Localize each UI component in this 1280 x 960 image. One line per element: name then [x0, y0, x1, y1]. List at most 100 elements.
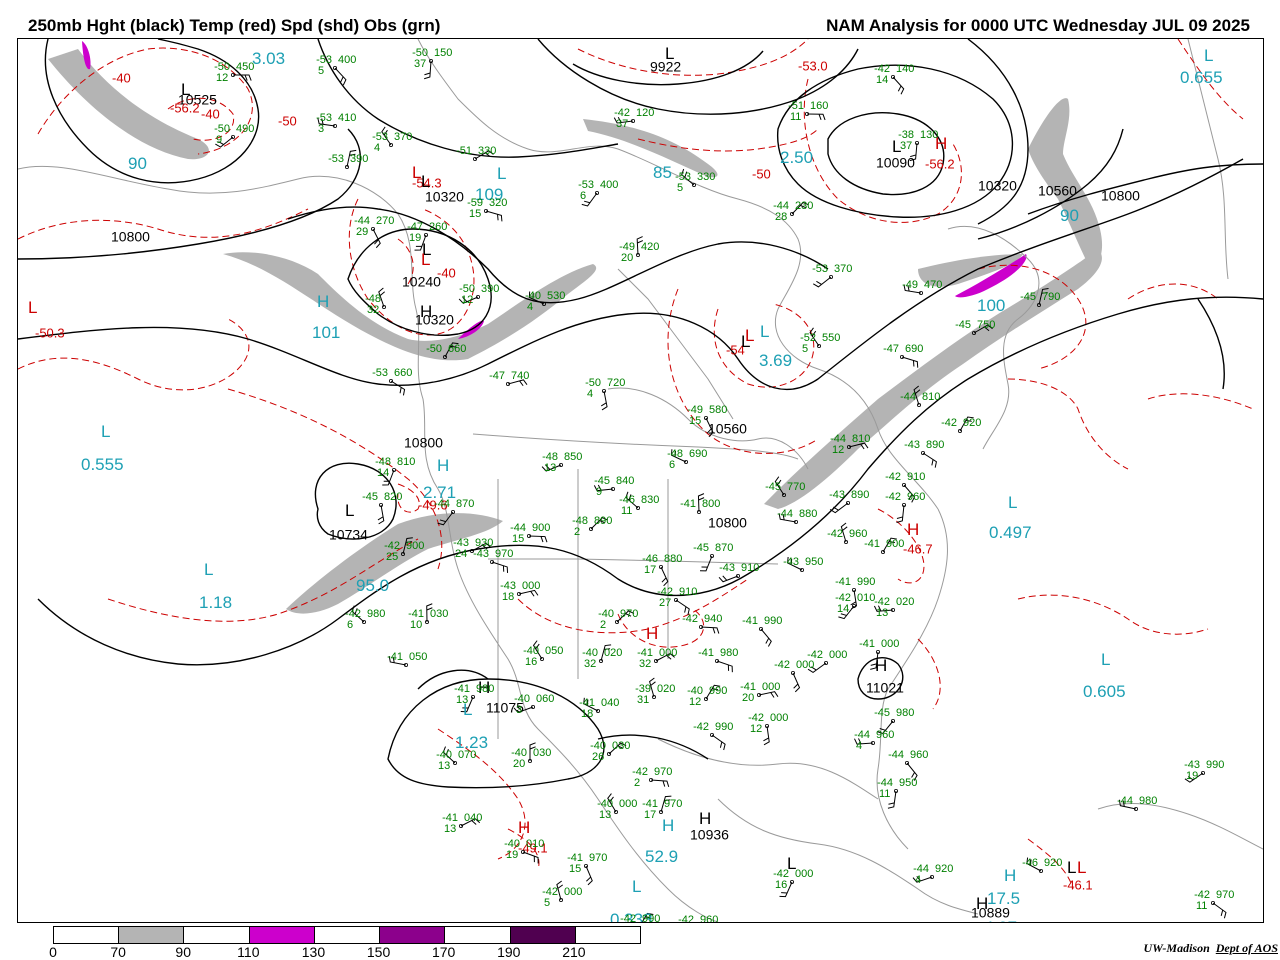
speed-label: 0.555 — [81, 455, 124, 474]
station-height: 000 — [659, 647, 677, 659]
speed-label: 17.5 — [987, 889, 1020, 908]
station-temperature: -41 — [835, 576, 851, 588]
station-height: 820 — [384, 491, 402, 503]
station-height: 040 — [601, 697, 619, 709]
colorbar-segment — [184, 927, 250, 943]
credit-org: UW-Madison — [1143, 941, 1210, 955]
station-temperature: -44 — [1117, 795, 1133, 807]
station-temperature: -47 — [883, 343, 899, 355]
wind-barb — [812, 276, 832, 288]
station-height: 490 — [236, 123, 254, 135]
station-plot: -41 980 — [698, 647, 738, 664]
low-marker-speed: L — [497, 164, 506, 183]
station-dewpoint-depression: 11 — [790, 111, 801, 123]
station-height: 400 — [338, 54, 356, 66]
station-dewpoint-depression: 13 — [599, 809, 611, 821]
station-height: 470 — [924, 279, 942, 291]
colorbar-segment — [249, 927, 315, 943]
station-plot: -53 370 — [812, 263, 852, 279]
station-dewpoint-depression: 14 — [837, 603, 849, 615]
station-height: 800 — [702, 498, 720, 510]
weather-map: .coast { fill:none; stroke:#9a9a9a; stro… — [17, 38, 1264, 923]
station-height: 850 — [564, 451, 582, 463]
station-height: 000 — [881, 638, 899, 650]
station-plot: -42 9702 — [632, 766, 672, 789]
high-marker-speed: H — [317, 292, 329, 311]
station-height: 870 — [456, 498, 474, 510]
station-plot: -51 330 — [456, 145, 496, 162]
high-marker-temperature: H — [646, 624, 658, 643]
station-plot: -49 42020 — [619, 241, 659, 264]
station-height: 000 — [522, 580, 540, 592]
speed-label: 3.03 — [252, 49, 285, 68]
station-dewpoint-depression: 9 — [216, 134, 222, 146]
station-height: 000 — [619, 798, 637, 810]
station-plot: -42 910 — [885, 471, 925, 487]
station-dewpoint-depression: 13 — [456, 694, 468, 706]
wind-barb — [377, 504, 385, 525]
station-height: 870 — [715, 542, 733, 554]
station-plot: -46 920 — [1022, 857, 1062, 874]
station-height: 020 — [896, 596, 914, 608]
speed-label: 0.605 — [1083, 682, 1126, 701]
station-temperature: -45 — [765, 481, 781, 493]
station-dewpoint-depression: 6 — [580, 190, 586, 202]
station-height: 880 — [664, 553, 682, 565]
station-dewpoint-depression: 25 — [386, 551, 398, 563]
station-plot: -43 890 — [904, 439, 944, 455]
station-height: 050 — [545, 645, 563, 657]
station-dewpoint-depression: 15 — [469, 208, 481, 220]
station-height: 390 — [350, 153, 368, 165]
station-height: 130 — [920, 129, 938, 141]
coastlines — [18, 39, 1263, 922]
station-height: 370 — [394, 131, 412, 143]
station-height: 980 — [720, 647, 738, 659]
colorbar-segment — [314, 927, 381, 943]
station-height: 420 — [641, 241, 659, 253]
station-temperature: -42 — [885, 491, 901, 503]
station-plot: -46 88017 — [642, 553, 682, 576]
station-temperature: -43 — [783, 556, 799, 568]
station-temperature: -42 — [827, 528, 843, 540]
jet-streak-bc-coast — [223, 252, 597, 361]
station-height: 770 — [787, 481, 805, 493]
station-dewpoint-depression: 13 — [876, 607, 888, 619]
temperature-label: -46.1 — [1063, 878, 1093, 893]
station-height: 010 — [526, 838, 544, 850]
station-temperature: -41 — [387, 651, 403, 663]
station-dewpoint-depression: 11 — [621, 505, 632, 517]
station-dewpoint-depression: 37 — [616, 118, 628, 130]
temperature-label: -40 — [201, 107, 220, 122]
low-marker-speed: L — [1008, 493, 1017, 512]
station-height: 920 — [935, 863, 953, 875]
station-height: 740 — [511, 370, 529, 382]
station-plot: -53 660 — [372, 367, 412, 383]
station-dewpoint-depression: 17 — [644, 564, 656, 576]
height-contour-label: 10800 — [111, 228, 150, 244]
low-marker-temperature: L — [421, 250, 430, 269]
high-marker-temperature: H — [907, 520, 919, 539]
station-plot: -53 4006 — [578, 179, 618, 202]
station-height: 660 — [394, 367, 412, 379]
station-height: 000 — [770, 712, 788, 724]
colorbar-segment — [510, 927, 576, 943]
station-temperature: -53 — [328, 153, 344, 165]
station-dewpoint-depression: 37 — [414, 58, 426, 70]
station-plot: -41 97015 — [567, 852, 607, 875]
station-height: 690 — [905, 343, 923, 355]
speed-label: 0.497 — [989, 523, 1032, 542]
colorbar-label: 110 — [237, 944, 260, 960]
speed-colorbar — [53, 926, 641, 944]
station-temperature: -42 — [941, 417, 957, 429]
station-plot: -52 5505 — [800, 332, 840, 355]
station-height: 830 — [641, 494, 659, 506]
station-dewpoint-depression: 5 — [544, 897, 550, 909]
station-temperature: -41 — [698, 647, 714, 659]
station-height: 980 — [896, 707, 914, 719]
temperature-label: -50 — [752, 167, 771, 182]
chart-title-right: NAM Analysis for 0000 UTC Wednesday JUL … — [826, 16, 1250, 35]
wind-barb — [390, 380, 406, 396]
temperature-label: -46.7 — [903, 542, 933, 557]
station-plot: -41 900 — [864, 538, 904, 554]
station-height: 970 — [664, 798, 682, 810]
